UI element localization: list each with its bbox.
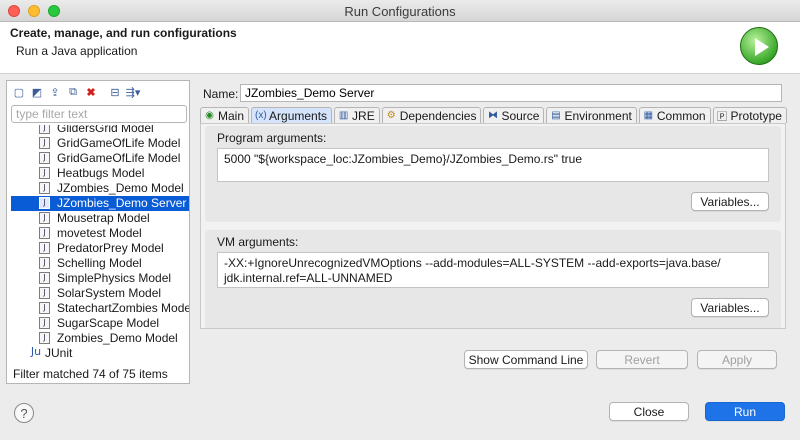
configuration-editor: Name: ◉Main (x)Arguments ▥JRE ⚙Dependenc…: [196, 80, 790, 384]
vm-args-textarea[interactable]: -XX:+IgnoreUnrecognizedVMOptions --add-m…: [217, 252, 769, 288]
tree-item[interactable]: J GridGameOfLife Model: [11, 136, 189, 151]
header-subtitle: Run a Java application: [16, 44, 138, 58]
name-field[interactable]: [240, 84, 782, 102]
export-icon[interactable]: ⇪: [47, 84, 63, 100]
program-args-group: Program arguments: 5000 "${workspace_loc…: [205, 126, 781, 222]
delete-icon[interactable]: ✖: [83, 84, 99, 100]
vm-args-line-1: -XX:+IgnoreUnrecognizedVMOptions --add-m…: [224, 256, 721, 270]
name-label: Name:: [203, 87, 239, 101]
tab-source[interactable]: ⧓ Source: [483, 107, 545, 123]
java-app-icon: J: [39, 257, 50, 269]
common-icon: ▦: [643, 110, 654, 121]
tree-item[interactable]: J Zombies_Demo Model: [11, 331, 189, 346]
tab-arguments[interactable]: (x) Arguments: [251, 107, 333, 123]
java-app-icon: J: [39, 125, 50, 134]
tree-item[interactable]: J JZombies_Demo Model: [11, 181, 189, 196]
header-title: Create, manage, and run configurations: [10, 26, 237, 40]
configurations-panel: ▢ ◩ ⇪ ⧉ ✖ ⊟ ⇶▾ JGlidersGrid Model JGridG…: [6, 80, 190, 384]
java-app-icon: J: [39, 197, 50, 209]
tab-main[interactable]: ◉ Main: [200, 107, 250, 123]
tree-item[interactable]: J PredatorPrey Model: [11, 241, 189, 256]
prototype-icon: 🄿: [717, 112, 728, 123]
close-button[interactable]: Close: [609, 402, 689, 421]
duplicate-icon[interactable]: ⧉: [65, 84, 81, 100]
tree-item[interactable]: J GlidersGrid Model: [11, 125, 189, 136]
tree-item[interactable]: J SimplePhysics Model: [11, 271, 189, 286]
tree-item[interactable]: J Schelling Model: [11, 256, 189, 271]
tab-jre[interactable]: ▥ JRE: [334, 107, 380, 123]
program-args-textarea[interactable]: 5000 "${workspace_loc:JZombies_Demo}/JZo…: [217, 148, 769, 182]
arguments-panel: Program arguments: 5000 "${workspace_loc…: [200, 123, 786, 329]
config-toolbar: ▢ ◩ ⇪ ⧉ ✖ ⊟ ⇶▾: [11, 83, 141, 101]
vm-args-line-2: jdk.internal.ref=ALL-UNNAMED: [224, 271, 393, 285]
run-button[interactable]: Run: [705, 402, 785, 421]
java-app-icon: J: [39, 152, 50, 164]
tree-item[interactable]: J SolarSystem Model: [11, 286, 189, 301]
revert-button[interactable]: Revert: [596, 350, 688, 369]
config-tree[interactable]: J GlidersGrid Model J GridGameOfLife Model…: [7, 125, 189, 361]
help-icon[interactable]: ?: [14, 403, 34, 423]
window-title: Run Configurations: [344, 4, 456, 19]
new-prototype-icon[interactable]: ◩: [29, 84, 45, 100]
window-titlebar: Run Configurations: [0, 0, 800, 22]
tab-prototype[interactable]: 🄿 Prototype: [712, 107, 787, 123]
filter-input[interactable]: [11, 105, 187, 123]
arguments-icon: (x): [255, 110, 267, 121]
new-config-icon[interactable]: ▢: [11, 84, 27, 100]
java-app-icon: J: [39, 167, 50, 179]
show-command-line-button[interactable]: Show Command Line: [464, 350, 588, 369]
java-app-icon: J: [39, 317, 50, 329]
jre-icon: ▥: [338, 110, 349, 121]
java-app-icon: J: [39, 182, 50, 194]
config-tabs: ◉ Main (x) Arguments ▥ JRE ⚙ Dependencies ⧓ S…: [200, 107, 789, 123]
filter-status: Filter matched 74 of 75 items: [13, 367, 168, 381]
tree-item[interactable]: J SugarScape Model: [11, 316, 189, 331]
vm-args-label: VM arguments:: [217, 235, 299, 249]
java-app-icon: J: [39, 332, 50, 344]
environment-icon: ▤: [551, 110, 561, 121]
program-variables-button[interactable]: Variables...: [691, 192, 769, 211]
tree-item[interactable]: J StatechartZombies Model: [11, 301, 189, 316]
dependencies-icon: ⚙: [386, 110, 396, 121]
vm-variables-button[interactable]: Variables...: [691, 298, 769, 317]
tree-item[interactable]: J Heatbugs Model: [11, 166, 189, 181]
tab-environment[interactable]: ▤ Environment: [546, 107, 637, 123]
dialog-footer: ? Close Run: [0, 390, 800, 440]
java-app-icon: J: [39, 227, 50, 239]
java-app-icon: J: [39, 287, 50, 299]
java-app-icon: J: [39, 302, 50, 314]
main-icon: ◉: [205, 110, 214, 121]
program-args-label: Program arguments:: [217, 131, 327, 145]
run-play-icon: [740, 27, 778, 65]
tab-common[interactable]: ▦ Common: [638, 107, 711, 123]
source-icon: ⧓: [487, 110, 498, 121]
filter-menu-icon[interactable]: ⇶▾: [125, 84, 141, 100]
tab-dependencies[interactable]: ⚙ Dependencies: [381, 107, 482, 123]
java-app-icon: J: [39, 137, 50, 149]
tree-item-selected[interactable]: J JZombies_Demo Server: [11, 196, 189, 211]
tree-item[interactable]: Jmovetest Model: [11, 226, 189, 241]
dialog-header: Create, manage, and run configurations R…: [0, 22, 800, 74]
java-app-icon: J: [39, 242, 50, 254]
collapse-all-icon[interactable]: ⊟: [107, 84, 123, 100]
tree-item[interactable]: J Mousetrap Model: [11, 211, 189, 226]
junit-icon: Ju: [30, 345, 42, 358]
apply-button[interactable]: Apply: [697, 350, 777, 369]
java-app-icon: J: [39, 212, 50, 224]
tree-item[interactable]: J GridGameOfLife Model: [11, 151, 189, 166]
tree-item-junit[interactable]: Ju JUnit: [11, 346, 189, 361]
java-app-icon: J: [39, 272, 50, 284]
vm-args-group: VM arguments: -XX:+IgnoreUnrecognizedVMO…: [205, 230, 781, 328]
